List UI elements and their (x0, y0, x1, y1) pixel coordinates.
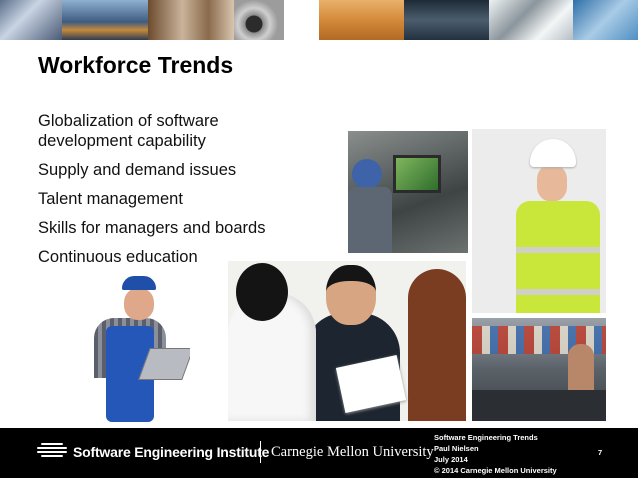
photo-worker-with-laptop (88, 276, 190, 422)
page-number: 7 (598, 448, 603, 457)
safety-vest-shape (516, 201, 600, 313)
monitor-shape (393, 155, 441, 193)
banner-image-machinery (148, 0, 234, 40)
bullet-item: Skills for managers and boards (38, 219, 266, 237)
photo-worker-safety-vest (472, 129, 606, 313)
vest-stripe (516, 247, 600, 253)
institute-name: Software Engineering Institute (73, 444, 270, 460)
presentation-date: July 2014 (434, 455, 468, 464)
person-body-shape (348, 187, 392, 253)
counter-shape (472, 390, 606, 421)
hard-hat-shape (530, 139, 576, 167)
university-name: Carnegie Mellon University (271, 444, 434, 460)
cap-shape (122, 276, 156, 290)
bullet-item: Globalization of software development ca… (38, 112, 219, 150)
bullet-list: Globalization of software development ca… (38, 111, 308, 276)
vest-stripe (516, 289, 600, 295)
person-head-shape (326, 265, 376, 325)
slide-footer: Software Engineering Institute Carnegie … (0, 428, 638, 478)
presentation-info: Software Engineering Trends Paul Nielsen… (434, 432, 557, 476)
copyright-notice: © 2014 Carnegie Mellon University (434, 466, 557, 475)
person-head-shape (236, 263, 288, 321)
banner-spacer (284, 0, 319, 40)
person-shape (408, 269, 466, 421)
sei-logo-icon (37, 443, 67, 461)
banner-image-power-lines (319, 0, 404, 40)
photo-technician-at-computer (348, 131, 468, 253)
presentation-title: Software Engineering Trends (434, 433, 538, 442)
person-face-shape (537, 165, 567, 201)
banner-image-city (0, 0, 62, 40)
banner-image-locks (573, 0, 638, 40)
banner-image-microscope (489, 0, 573, 40)
photo-business-meeting (228, 261, 466, 421)
banner-image-aircraft (62, 0, 148, 40)
banner-image-circuit (404, 0, 489, 40)
bullet-item: Supply and demand issues (38, 161, 237, 179)
person-face-shape (124, 288, 154, 320)
bullet-item: Talent management (38, 190, 183, 208)
photo-retail-checkout (472, 318, 606, 421)
author-name: Paul Nielsen (434, 444, 479, 453)
header-image-strip (0, 0, 638, 40)
slide-title: Workforce Trends (38, 52, 234, 78)
person-head-shape (352, 159, 382, 189)
footer-divider (260, 441, 261, 463)
banner-image-gear (234, 0, 284, 40)
